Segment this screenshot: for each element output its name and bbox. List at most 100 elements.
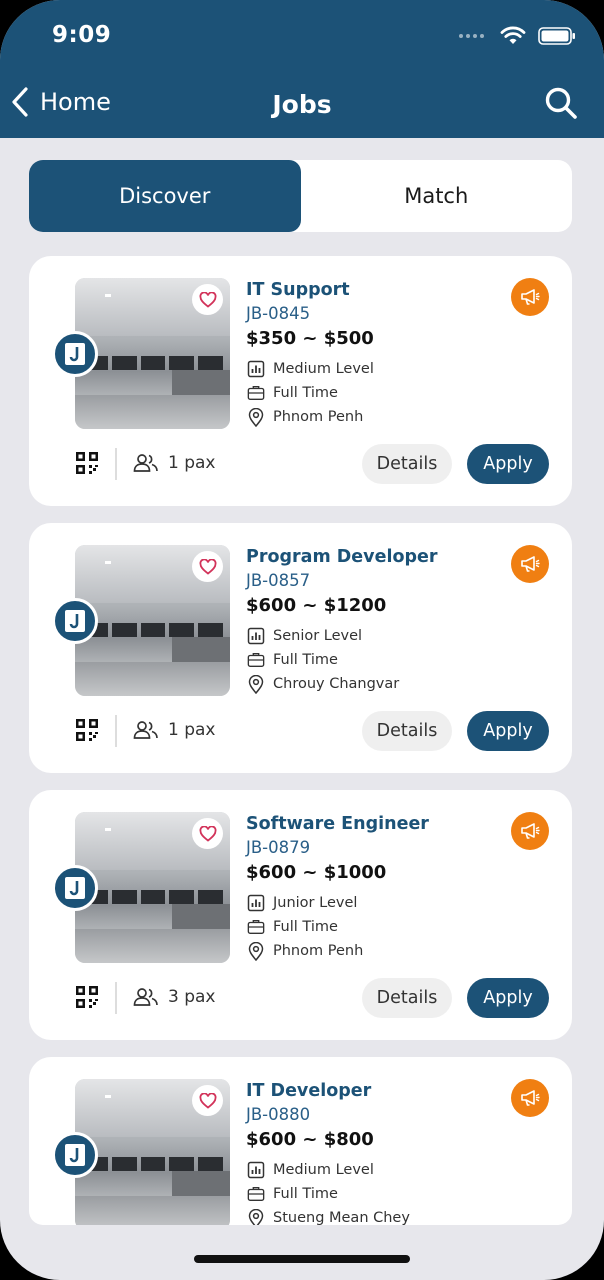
apply-button[interactable]: Apply (467, 978, 549, 1018)
job-level-text: Senior Level (273, 628, 363, 644)
details-button[interactable]: Details (362, 444, 452, 484)
apply-button[interactable]: Apply (467, 444, 549, 484)
search-icon (545, 87, 577, 119)
job-location-text: Chrouy Changvar (273, 676, 400, 692)
job-type-text: Full Time (273, 652, 338, 668)
job-location: Chrouy Changvar (247, 674, 400, 694)
job-type-text: Full Time (273, 1186, 338, 1202)
job-salary: $350 ~ $500 (246, 328, 374, 349)
heart-icon (199, 558, 216, 575)
job-code: JB-0880 (246, 1105, 311, 1124)
briefcase-icon (247, 1185, 265, 1203)
job-salary: $600 ~ $1200 (246, 595, 387, 616)
phone-screen: 9:09 Home Jobs Discover Match IT Support… (0, 0, 604, 1280)
job-type-text: Full Time (273, 385, 338, 401)
job-title[interactable]: IT Developer (246, 1081, 371, 1101)
favorite-button[interactable] (192, 551, 223, 582)
location-pin-icon (247, 407, 265, 427)
job-card[interactable]: IT Support JB-0845 $350 ~ $500 Medium Le… (29, 256, 572, 506)
megaphone-icon (511, 545, 549, 583)
megaphone-icon (511, 1079, 549, 1117)
job-salary: $600 ~ $800 (246, 1129, 374, 1150)
job-type: Full Time (247, 1185, 338, 1203)
job-code: JB-0857 (246, 571, 311, 590)
bar-chart-icon (247, 1161, 265, 1179)
favorite-button[interactable] (192, 284, 223, 315)
search-button[interactable] (544, 86, 578, 124)
divider (115, 715, 117, 747)
job-code: JB-0879 (246, 838, 311, 857)
briefcase-icon (247, 651, 265, 669)
job-location-text: Phnom Penh (273, 943, 364, 959)
pax-text: 3 pax (168, 987, 216, 1007)
job-location-text: Stueng Mean Chey (273, 1210, 410, 1225)
job-location: Phnom Penh (247, 941, 364, 961)
job-location: Stueng Mean Chey (247, 1208, 410, 1225)
job-level: Medium Level (247, 360, 374, 378)
pax-count: 1 pax (133, 453, 216, 473)
job-card[interactable]: Program Developer JB-0857 $600 ~ $1200 S… (29, 523, 572, 773)
qr-code-icon[interactable] (75, 985, 99, 1009)
job-salary: $600 ~ $1000 (246, 862, 387, 883)
divider (115, 982, 117, 1014)
favorite-button[interactable] (192, 1085, 223, 1116)
location-pin-icon (247, 941, 265, 961)
job-title[interactable]: IT Support (246, 280, 350, 300)
bar-chart-icon (247, 894, 265, 912)
megaphone-icon (511, 812, 549, 850)
job-level-text: Medium Level (273, 361, 374, 377)
segmented-control: Discover Match (29, 160, 572, 232)
battery-icon (538, 27, 575, 45)
job-level: Medium Level (247, 1161, 374, 1179)
app-header: 9:09 Home Jobs (0, 0, 604, 138)
briefcase-icon (247, 918, 265, 936)
job-title[interactable]: Software Engineer (246, 814, 429, 834)
job-location-text: Phnom Penh (273, 409, 364, 425)
qr-code-icon[interactable] (75, 451, 99, 475)
job-type: Full Time (247, 384, 338, 402)
tab-match[interactable]: Match (301, 160, 573, 232)
qr-code-icon[interactable] (75, 718, 99, 742)
page-title: Jobs (272, 90, 332, 119)
company-logo-icon (52, 1132, 98, 1178)
job-location: Phnom Penh (247, 407, 364, 427)
job-card[interactable]: Software Engineer JB-0879 $600 ~ $1000 J… (29, 790, 572, 1040)
wifi-icon (500, 26, 526, 44)
nav-bar: Home Jobs (0, 82, 604, 128)
people-icon (133, 721, 158, 739)
pax-count: 1 pax (133, 720, 216, 740)
briefcase-icon (247, 384, 265, 402)
bar-chart-icon (247, 627, 265, 645)
location-pin-icon (247, 1208, 265, 1225)
heart-icon (199, 291, 216, 308)
job-level: Senior Level (247, 627, 362, 645)
signal-icon (459, 34, 484, 38)
pax-text: 1 pax (168, 453, 216, 473)
apply-button[interactable]: Apply (467, 711, 549, 751)
status-time: 9:09 (52, 22, 112, 48)
job-type: Full Time (247, 918, 338, 936)
tab-discover[interactable]: Discover (29, 160, 301, 232)
divider (115, 448, 117, 480)
heart-icon (199, 1092, 216, 1109)
company-logo-icon (52, 331, 98, 377)
heart-icon (199, 825, 216, 842)
job-code: JB-0845 (246, 304, 311, 323)
bar-chart-icon (247, 360, 265, 378)
megaphone-icon (511, 278, 549, 316)
job-card[interactable]: IT Developer JB-0880 $600 ~ $800 Medium … (29, 1057, 572, 1225)
details-button[interactable]: Details (362, 711, 452, 751)
job-level-text: Medium Level (273, 1162, 374, 1178)
people-icon (133, 988, 158, 1006)
company-logo-icon (52, 598, 98, 644)
job-type: Full Time (247, 651, 338, 669)
company-logo-icon (52, 865, 98, 911)
people-icon (133, 454, 158, 472)
favorite-button[interactable] (192, 818, 223, 849)
details-button[interactable]: Details (362, 978, 452, 1018)
home-indicator[interactable] (194, 1255, 410, 1263)
pax-count: 3 pax (133, 987, 216, 1007)
job-level-text: Junior Level (273, 895, 358, 911)
pax-text: 1 pax (168, 720, 216, 740)
job-title[interactable]: Program Developer (246, 547, 438, 567)
